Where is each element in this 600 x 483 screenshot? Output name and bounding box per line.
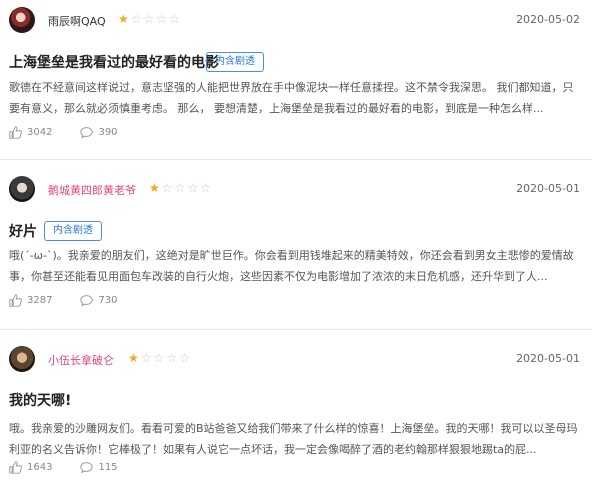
spoiler-tag[interactable]: 内含剧透 bbox=[206, 52, 264, 72]
thumbs-up-icon bbox=[9, 294, 22, 307]
star-icon: ☆ bbox=[179, 351, 190, 365]
star-icon: ☆ bbox=[200, 181, 211, 195]
star-icon: ☆ bbox=[156, 12, 168, 26]
comment-count: 390 bbox=[98, 127, 118, 138]
star-icon: ☆ bbox=[161, 181, 173, 195]
comment-bubble-icon bbox=[80, 294, 94, 307]
review-actions: 3042 390 bbox=[9, 126, 146, 139]
star-icon: ☆ bbox=[130, 12, 142, 26]
spoiler-tag[interactable]: 内含剧透 bbox=[44, 221, 102, 241]
like-count: 1643 bbox=[27, 462, 53, 473]
review-date: 2020-05-01 bbox=[516, 352, 580, 365]
star-icon: ☆ bbox=[140, 351, 152, 365]
username[interactable]: 小伍长拿破仑 bbox=[48, 352, 114, 368]
review-card: 鹅城黄四郎黄老爷 ★ ☆ ☆ ☆ ☆ 2020-05-01 好片 内含剧透 哦(… bbox=[0, 160, 592, 330]
star-icon: ★ bbox=[149, 181, 160, 195]
avatar[interactable] bbox=[9, 7, 35, 33]
review-actions: 3287 730 bbox=[9, 294, 146, 307]
review-excerpt[interactable]: 歌德在不经意间这样说过，意志坚强的人能把世界放在手中像泥块一样任意揉捏。这不禁令… bbox=[9, 77, 581, 119]
star-icon: ☆ bbox=[169, 12, 180, 26]
star-icon: ☆ bbox=[143, 12, 155, 26]
star-icon: ☆ bbox=[166, 351, 178, 365]
comment-count: 730 bbox=[98, 295, 118, 306]
review-card: 小伍长拿破仑 ★ ☆ ☆ ☆ ☆ 2020-05-01 我的天哪! 哦。我亲爱的… bbox=[0, 330, 592, 483]
comment-count: 115 bbox=[98, 462, 118, 473]
avatar[interactable] bbox=[9, 346, 35, 372]
comment-button[interactable]: 390 bbox=[80, 126, 118, 139]
username[interactable]: 雨辰啊QAQ bbox=[48, 13, 106, 29]
comment-button[interactable]: 730 bbox=[80, 294, 118, 307]
review-excerpt[interactable]: 哦。我亲爱的沙雕网友们。看看可爱的B站爸爸又给我们带来了什么样的惊喜！上海堡垒。… bbox=[9, 418, 581, 460]
like-button[interactable]: 3042 bbox=[9, 126, 52, 139]
thumbs-up-icon bbox=[9, 461, 22, 474]
comment-bubble-icon bbox=[80, 461, 94, 474]
review-title[interactable]: 上海堡垒是我看过的最好看的电影 bbox=[9, 52, 219, 72]
star-icon: ★ bbox=[118, 12, 129, 26]
like-count: 3042 bbox=[27, 127, 53, 138]
avatar[interactable] bbox=[9, 176, 35, 202]
review-date: 2020-05-02 bbox=[516, 13, 580, 26]
like-button[interactable]: 3287 bbox=[9, 294, 52, 307]
star-icon: ☆ bbox=[187, 181, 199, 195]
review-date: 2020-05-01 bbox=[516, 182, 580, 195]
like-count: 3287 bbox=[27, 295, 53, 306]
comment-button[interactable]: 115 bbox=[80, 461, 118, 474]
review-title[interactable]: 我的天哪! bbox=[9, 390, 71, 410]
review-title[interactable]: 好片 bbox=[9, 221, 37, 241]
rating-stars: ★ ☆ ☆ ☆ ☆ bbox=[118, 13, 180, 25]
comment-bubble-icon bbox=[80, 126, 94, 139]
star-icon: ★ bbox=[128, 351, 139, 365]
review-actions: 1643 115 bbox=[9, 461, 146, 474]
review-excerpt[interactable]: 哦(´-ω-`)。我亲爱的朋友们，这绝对是旷世巨作。你会看到用钱堆起来的精美特效… bbox=[9, 245, 581, 287]
like-button[interactable]: 1643 bbox=[9, 461, 52, 474]
username[interactable]: 鹅城黄四郎黄老爷 bbox=[48, 182, 136, 198]
rating-stars: ★ ☆ ☆ ☆ ☆ bbox=[128, 352, 190, 364]
rating-stars: ★ ☆ ☆ ☆ ☆ bbox=[149, 182, 211, 194]
review-card: 雨辰啊QAQ ★ ☆ ☆ ☆ ☆ 2020-05-02 上海堡垒是我看过的最好看… bbox=[0, 0, 592, 160]
star-icon: ☆ bbox=[174, 181, 186, 195]
review-feed: 雨辰啊QAQ ★ ☆ ☆ ☆ ☆ 2020-05-02 上海堡垒是我看过的最好看… bbox=[0, 0, 600, 483]
thumbs-up-icon bbox=[9, 126, 22, 139]
star-icon: ☆ bbox=[153, 351, 165, 365]
